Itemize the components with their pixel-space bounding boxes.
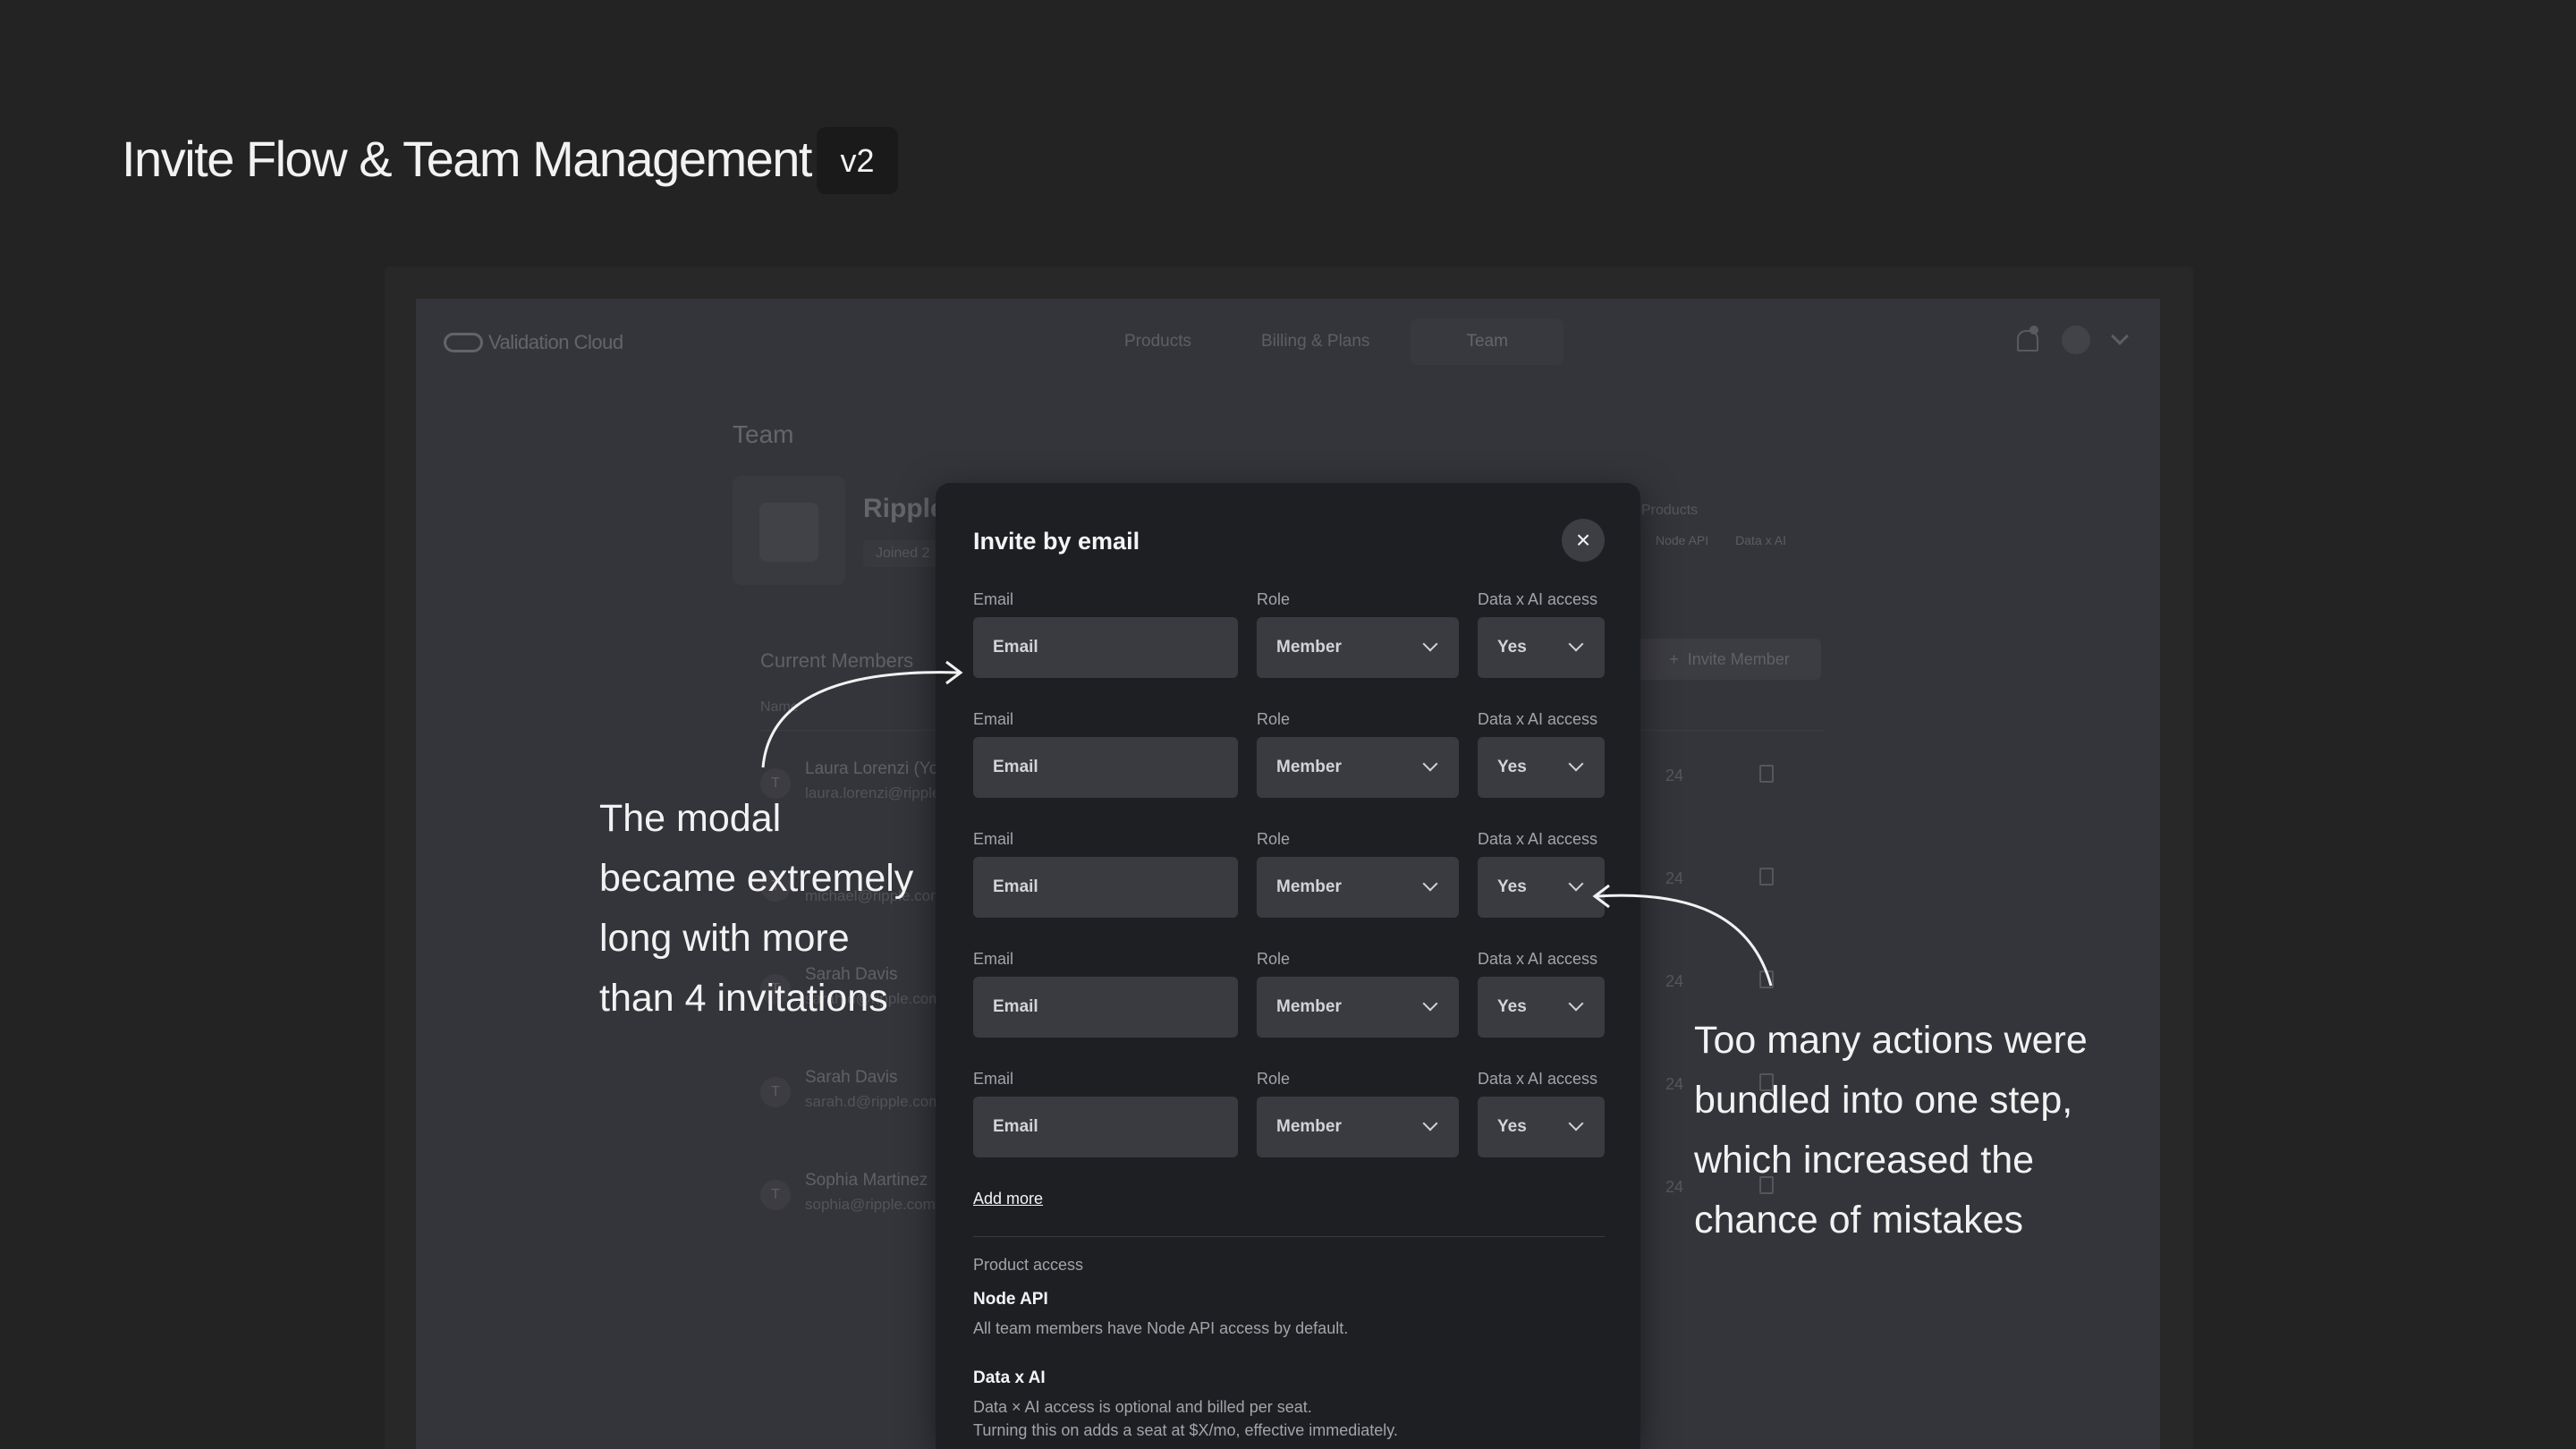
invite-row: Email Role Data x AI access Email Member…	[973, 710, 1605, 818]
email-field[interactable]: Email	[973, 1097, 1238, 1157]
access-label: Data x AI access	[1478, 710, 1598, 728]
close-icon: ×	[1575, 526, 1591, 554]
chevron-down-icon	[1568, 636, 1584, 652]
invite-row: Email Role Data x AI access Email Member…	[973, 950, 1605, 1057]
email-label: Email	[973, 1070, 1014, 1088]
chevron-down-icon	[1422, 756, 1438, 772]
annotation-left-line: became extremely	[599, 857, 914, 900]
role-value: Member	[1276, 1117, 1342, 1136]
access-value: Yes	[1497, 638, 1527, 657]
data-ai-desc-1: Data × AI access is optional and billed …	[973, 1398, 1312, 1416]
access-label: Data x AI access	[1478, 1070, 1598, 1088]
page-title: Invite Flow & Team Management	[122, 131, 812, 187]
role-select[interactable]: Member	[1257, 857, 1459, 918]
invite-modal: Invite by email × Email Role Data x AI a…	[936, 483, 1640, 1449]
access-select[interactable]: Yes	[1478, 617, 1605, 678]
role-select[interactable]: Member	[1257, 617, 1459, 678]
role-select[interactable]: Member	[1257, 737, 1459, 798]
chevron-down-icon	[1422, 876, 1438, 892]
role-value: Member	[1276, 877, 1342, 896]
annotation-right-line: bundled into one step,	[1694, 1079, 2073, 1122]
access-label: Data x AI access	[1478, 950, 1598, 968]
product-access-label: Product access	[973, 1256, 1084, 1274]
access-select[interactable]: Yes	[1478, 737, 1605, 798]
email-label: Email	[973, 710, 1014, 728]
email-field[interactable]: Email	[973, 617, 1238, 678]
chevron-down-icon	[1568, 756, 1584, 772]
close-button[interactable]: ×	[1562, 519, 1605, 562]
access-label: Data x AI access	[1478, 590, 1598, 608]
invite-row: Email Role Data x AI access Email Member…	[973, 590, 1605, 698]
chevron-down-icon	[1568, 996, 1584, 1012]
email-label: Email	[973, 590, 1014, 608]
annotation-left-line: long with more	[599, 917, 850, 960]
access-value: Yes	[1497, 1117, 1527, 1136]
annotation-right-line: which increased the	[1694, 1139, 2035, 1182]
access-select[interactable]: Yes	[1478, 1097, 1605, 1157]
access-select[interactable]: Yes	[1478, 977, 1605, 1038]
chevron-down-icon	[1568, 1115, 1584, 1131]
role-value: Member	[1276, 997, 1342, 1016]
chevron-down-icon	[1568, 876, 1584, 892]
modal-title: Invite by email	[973, 528, 1140, 555]
data-ai-title: Data x AI	[973, 1368, 1046, 1387]
role-label: Role	[1257, 950, 1291, 968]
email-label: Email	[973, 950, 1014, 968]
role-value: Member	[1276, 638, 1342, 657]
email-label: Email	[973, 830, 1014, 848]
role-label: Role	[1257, 1070, 1291, 1088]
chevron-down-icon	[1422, 636, 1438, 652]
annotation-left-line: The modal	[599, 797, 782, 840]
role-select[interactable]: Member	[1257, 977, 1459, 1038]
email-field[interactable]: Email	[973, 857, 1238, 918]
email-field[interactable]: Email	[973, 977, 1238, 1038]
chevron-down-icon	[1422, 996, 1438, 1012]
access-value: Yes	[1497, 877, 1527, 896]
annotation-right-line: chance of mistakes	[1694, 1199, 2024, 1241]
add-more-link[interactable]: Add more	[973, 1190, 1043, 1208]
data-ai-desc-2: Turning this on adds a seat at $X/mo, ef…	[973, 1421, 1398, 1439]
access-select[interactable]: Yes	[1478, 857, 1605, 918]
role-label: Role	[1257, 590, 1291, 608]
annotation-left-line: than 4 invitations	[599, 977, 888, 1020]
annotation-left: The modal became extremely long with mor…	[599, 789, 913, 1029]
access-value: Yes	[1497, 997, 1527, 1016]
annotation-right: Too many actions were bundled into one s…	[1694, 1011, 2088, 1250]
invite-row: Email Role Data x AI access Email Member…	[973, 1070, 1605, 1177]
role-select[interactable]: Member	[1257, 1097, 1459, 1157]
role-label: Role	[1257, 830, 1291, 848]
access-value: Yes	[1497, 758, 1527, 776]
annotation-right-line: Too many actions were	[1694, 1019, 2088, 1062]
modal-divider	[973, 1236, 1605, 1237]
email-field[interactable]: Email	[973, 737, 1238, 798]
node-api-desc: All team members have Node API access by…	[973, 1319, 1349, 1337]
role-value: Member	[1276, 758, 1342, 776]
access-label: Data x AI access	[1478, 830, 1598, 848]
role-label: Role	[1257, 710, 1291, 728]
chevron-down-icon	[1422, 1115, 1438, 1131]
invite-row: Email Role Data x AI access Email Member…	[973, 830, 1605, 937]
version-badge: v2	[817, 127, 898, 194]
node-api-title: Node API	[973, 1290, 1048, 1309]
